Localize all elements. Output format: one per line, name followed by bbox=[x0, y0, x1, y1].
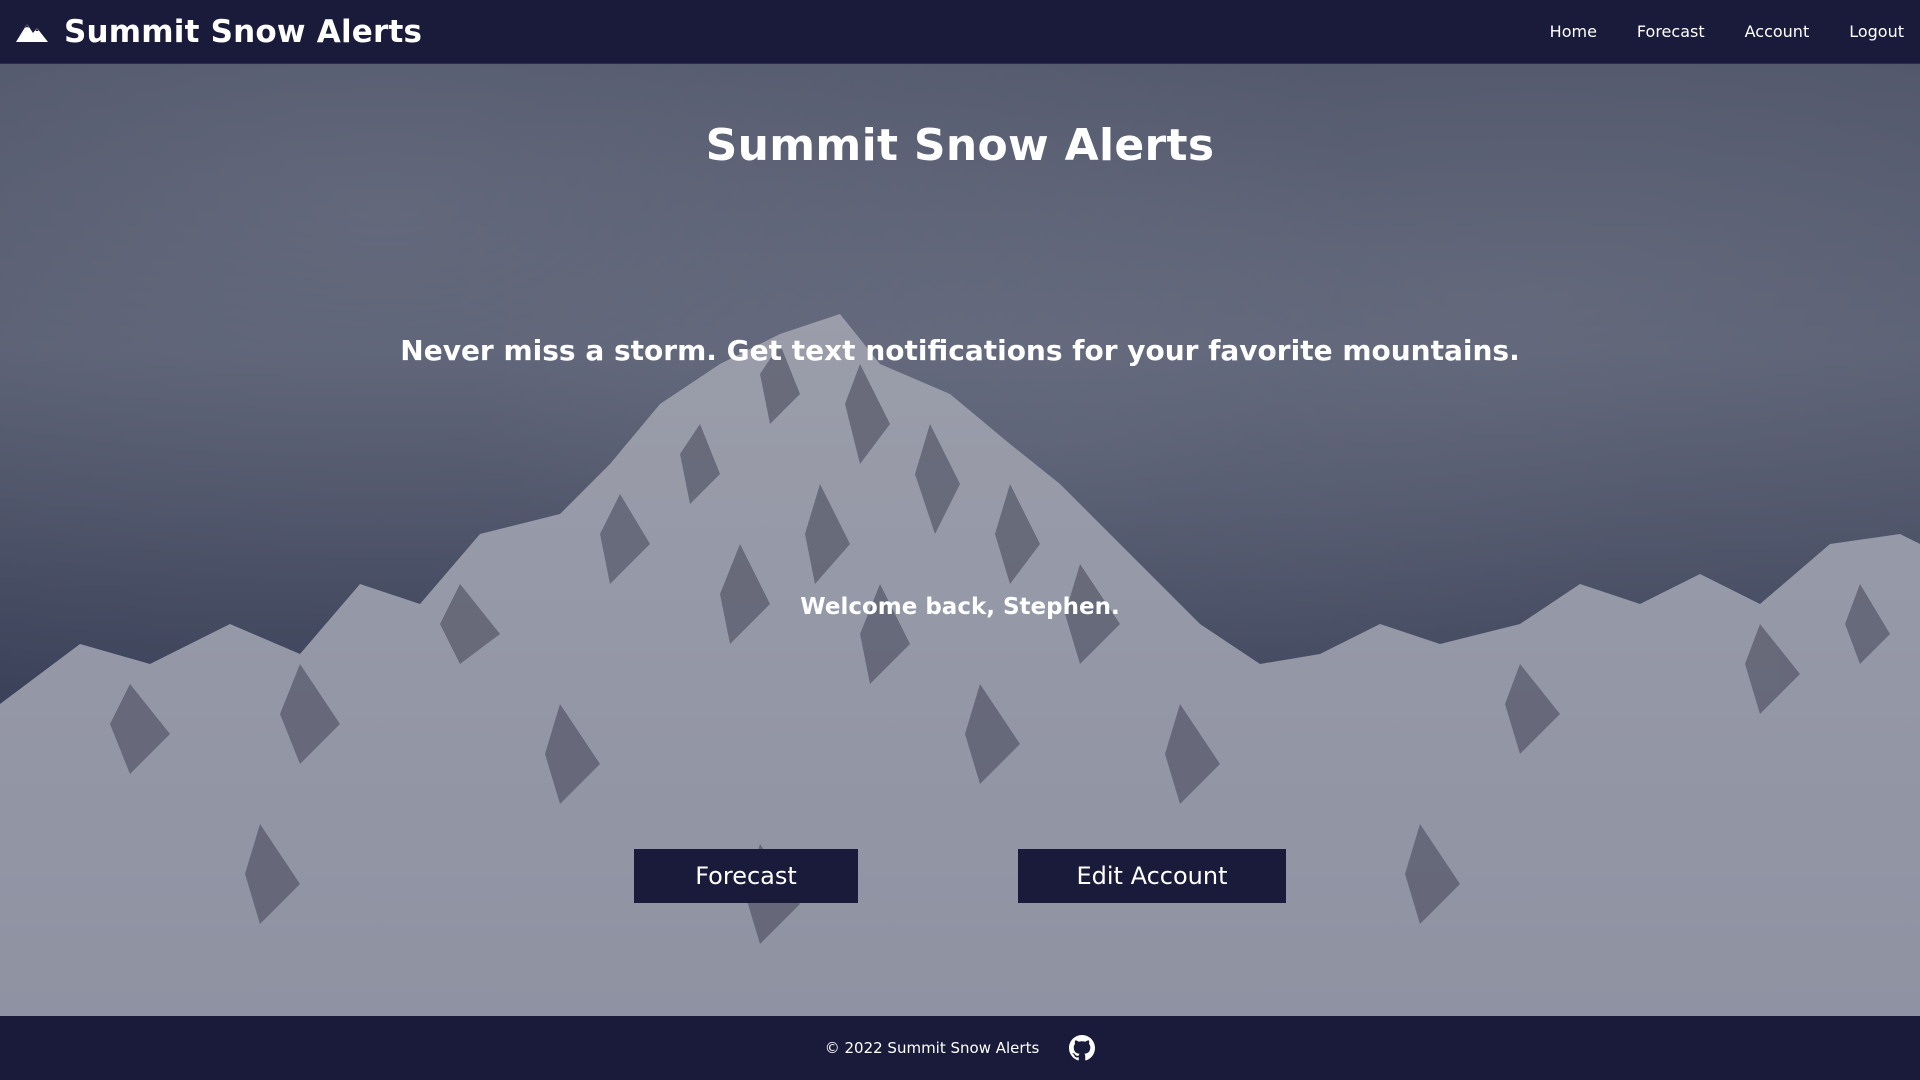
welcome-message: Welcome back, Stephen. bbox=[800, 594, 1120, 620]
github-icon[interactable] bbox=[1069, 1035, 1096, 1061]
nav-link-home[interactable]: Home bbox=[1530, 22, 1617, 41]
brand-link[interactable]: Summit Snow Alerts bbox=[16, 14, 422, 50]
brand-title: Summit Snow Alerts bbox=[64, 13, 423, 50]
navbar: Summit Snow Alerts Home Forecast Account… bbox=[0, 0, 1920, 64]
footer-copyright: © 2022 Summit Snow Alerts bbox=[824, 1039, 1040, 1057]
nav-link-logout[interactable]: Logout bbox=[1829, 22, 1904, 41]
mountain-icon bbox=[16, 23, 48, 42]
hero-title: Summit Snow Alerts bbox=[705, 120, 1215, 171]
nav-link-forecast[interactable]: Forecast bbox=[1617, 22, 1725, 41]
nav-links: Home Forecast Account Logout bbox=[1530, 22, 1904, 41]
nav-link-account[interactable]: Account bbox=[1725, 22, 1830, 41]
edit-account-button[interactable]: Edit Account bbox=[1018, 849, 1286, 903]
hero-tagline: Never miss a storm. Get text notificatio… bbox=[400, 334, 1520, 367]
forecast-button[interactable]: Forecast bbox=[634, 849, 858, 903]
footer: © 2022 Summit Snow Alerts bbox=[0, 1016, 1920, 1080]
hero-overlay bbox=[0, 64, 1920, 1016]
hero-section: Summit Snow Alerts Never miss a storm. G… bbox=[0, 64, 1920, 1016]
